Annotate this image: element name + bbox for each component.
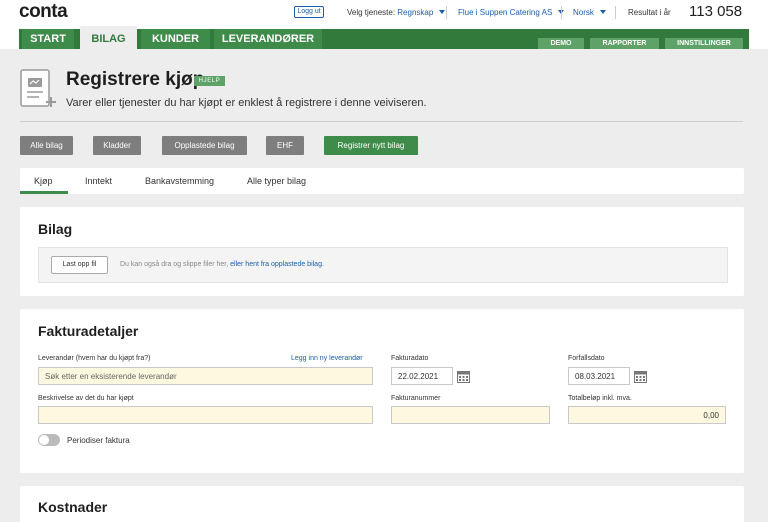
active-tab-indicator (20, 191, 68, 194)
result-label: Resultat i år (628, 8, 671, 17)
calendar-icon[interactable] (634, 370, 647, 383)
invoice-date-input[interactable] (391, 367, 453, 385)
costs-card: Kostnader (20, 486, 744, 522)
tab-demo[interactable]: DEMO (538, 38, 584, 49)
invoice-number-input[interactable] (391, 406, 550, 424)
document-add-icon (20, 69, 56, 107)
description-input[interactable] (38, 406, 373, 424)
tab-start[interactable]: START (22, 29, 74, 49)
periodize-label: Periodiser faktura (67, 436, 130, 445)
subtab-bankavstemming[interactable]: Bankavstemming (145, 176, 214, 186)
total-amount-label: Totalbeløp inkl. mva. (568, 395, 632, 402)
company-name: Flue i Suppen Catering AS (458, 8, 553, 17)
filter-ehf-button[interactable]: EHF (266, 136, 304, 155)
language-selector[interactable]: Norsk (573, 8, 606, 17)
filter-opplastede-bilag-button[interactable]: Opplastede bilag (162, 136, 247, 155)
periodize-toggle[interactable] (38, 434, 60, 446)
costs-title: Kostnader (38, 499, 108, 515)
service-label: Velg tjeneste: (347, 8, 396, 17)
page-title: Registrere kjøp (66, 69, 205, 90)
subtab-alle-typer-bilag[interactable]: Alle typer bilag (247, 176, 306, 186)
new-supplier-link[interactable]: Legg inn ny leverandør (291, 355, 363, 362)
language-value: Norsk (573, 8, 594, 17)
upload-file-button[interactable]: Last opp fil (51, 256, 108, 274)
chevron-down-icon (599, 10, 606, 14)
due-date-input[interactable] (568, 367, 630, 385)
divider (561, 6, 562, 19)
supplier-search-input[interactable] (38, 367, 373, 385)
logout-button[interactable]: Logg ut (294, 6, 324, 18)
help-badge[interactable]: HJELP (194, 76, 225, 86)
subtab-inntekt[interactable]: Inntekt (85, 176, 112, 186)
bilag-title: Bilag (38, 221, 73, 237)
service-value: Regnskap (397, 8, 434, 17)
invoice-number-label: Fakturanummer (391, 395, 441, 402)
sub-tabs: Kjøp Inntekt Bankavstemming Alle typer b… (20, 168, 744, 194)
conta-logo[interactable]: conta (19, 1, 68, 23)
divider (446, 6, 447, 19)
chevron-down-icon (439, 10, 446, 14)
divider (20, 121, 743, 122)
due-date-label: Forfallsdato (568, 355, 605, 362)
top-bar: conta Logg ut Velg tjeneste: Regnskap Fl… (0, 0, 768, 25)
register-new-bilag-button[interactable]: Registrer nytt bilag (324, 136, 418, 155)
invoice-details-title: Fakturadetaljer (38, 323, 139, 339)
company-selector[interactable]: Flue i Suppen Catering AS (458, 8, 565, 17)
file-dropzone[interactable]: Last opp fil Du kan også dra og slippe f… (38, 247, 728, 283)
invoice-date-label: Fakturadato (391, 355, 429, 362)
invoice-details-card: Fakturadetaljer Leverandør (hvem har du … (20, 309, 744, 473)
tab-rapporter[interactable]: RAPPORTER (590, 38, 659, 49)
subtab-kjop[interactable]: Kjøp (34, 176, 53, 186)
tab-bilag[interactable]: BILAG (80, 26, 137, 49)
tab-innstillinger[interactable]: INNSTILLINGER (665, 38, 743, 49)
bilag-card: Bilag Last opp fil Du kan også dra og sl… (20, 207, 744, 296)
supplier-label: Leverandør (hvem har du kjøpt fra?) (38, 355, 151, 362)
uploaded-bilag-link[interactable]: eller hent fra opplastede bilag. (230, 261, 324, 268)
description-label: Beskrivelse av det du har kjøpt (38, 395, 134, 402)
dropzone-hint: Du kan også dra og slippe filer her, (120, 261, 231, 268)
dropzone-text: Du kan også dra og slippe filer her, ell… (120, 261, 324, 268)
service-selector[interactable]: Velg tjeneste: Regnskap (347, 8, 446, 17)
divider (615, 6, 616, 19)
calendar-icon[interactable] (457, 370, 470, 383)
result-value: 113 058 (689, 3, 743, 20)
filter-kladder-button[interactable]: Kladder (93, 136, 141, 155)
toggle-knob (39, 435, 49, 445)
page-subtitle: Varer eller tjenester du har kjøpt er en… (66, 97, 427, 109)
tab-leverandorer[interactable]: LEVERANDØRER (214, 29, 322, 49)
total-amount-input[interactable] (568, 406, 726, 424)
filter-alle-bilag-button[interactable]: Alle bilag (20, 136, 73, 155)
tab-kunder[interactable]: KUNDER (141, 29, 210, 49)
